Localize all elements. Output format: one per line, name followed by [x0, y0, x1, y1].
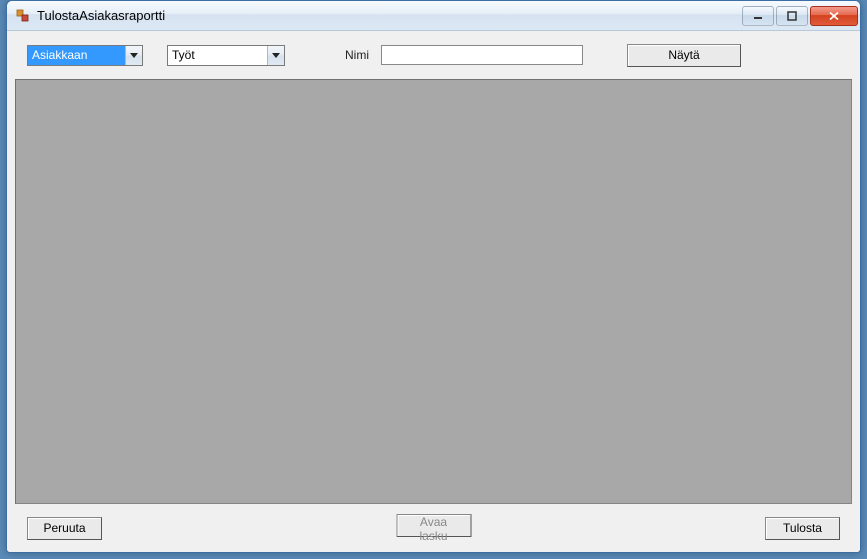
close-icon — [828, 11, 840, 21]
avaa-lasku-button[interactable]: Avaa lasku — [396, 514, 471, 537]
app-icon — [15, 8, 31, 24]
maximize-button[interactable] — [776, 6, 808, 26]
minimize-button[interactable] — [742, 6, 774, 26]
client-area: Asiakkaan Työt Nimi Näytä Peruuta Avaa l… — [7, 31, 860, 552]
minimize-icon — [753, 11, 763, 21]
window-title: TulostaAsiakasraportti — [37, 8, 740, 23]
filter-toolbar: Asiakkaan Työt Nimi Näytä — [7, 31, 860, 79]
maximize-icon — [787, 11, 797, 21]
tyot-combo[interactable]: Työt — [167, 45, 285, 66]
chevron-down-icon[interactable] — [267, 46, 284, 65]
nimi-label: Nimi — [345, 48, 369, 62]
chevron-down-icon[interactable] — [125, 46, 142, 65]
nimi-input[interactable] — [381, 45, 583, 65]
app-window: TulostaAsiakasraportti Asiakkaan — [6, 0, 861, 553]
nayta-button[interactable]: Näytä — [627, 44, 741, 67]
peruuta-button[interactable]: Peruuta — [27, 517, 102, 540]
tyot-combo-value: Työt — [168, 46, 267, 65]
title-bar: TulostaAsiakasraportti — [7, 1, 860, 31]
close-button[interactable] — [810, 6, 858, 26]
tulosta-button[interactable]: Tulosta — [765, 517, 840, 540]
footer-toolbar: Peruuta Avaa lasku Tulosta — [7, 504, 860, 552]
window-controls — [740, 6, 858, 26]
asiakkaan-combo-value: Asiakkaan — [28, 46, 125, 65]
asiakkaan-combo[interactable]: Asiakkaan — [27, 45, 143, 66]
results-grid[interactable] — [15, 79, 852, 504]
